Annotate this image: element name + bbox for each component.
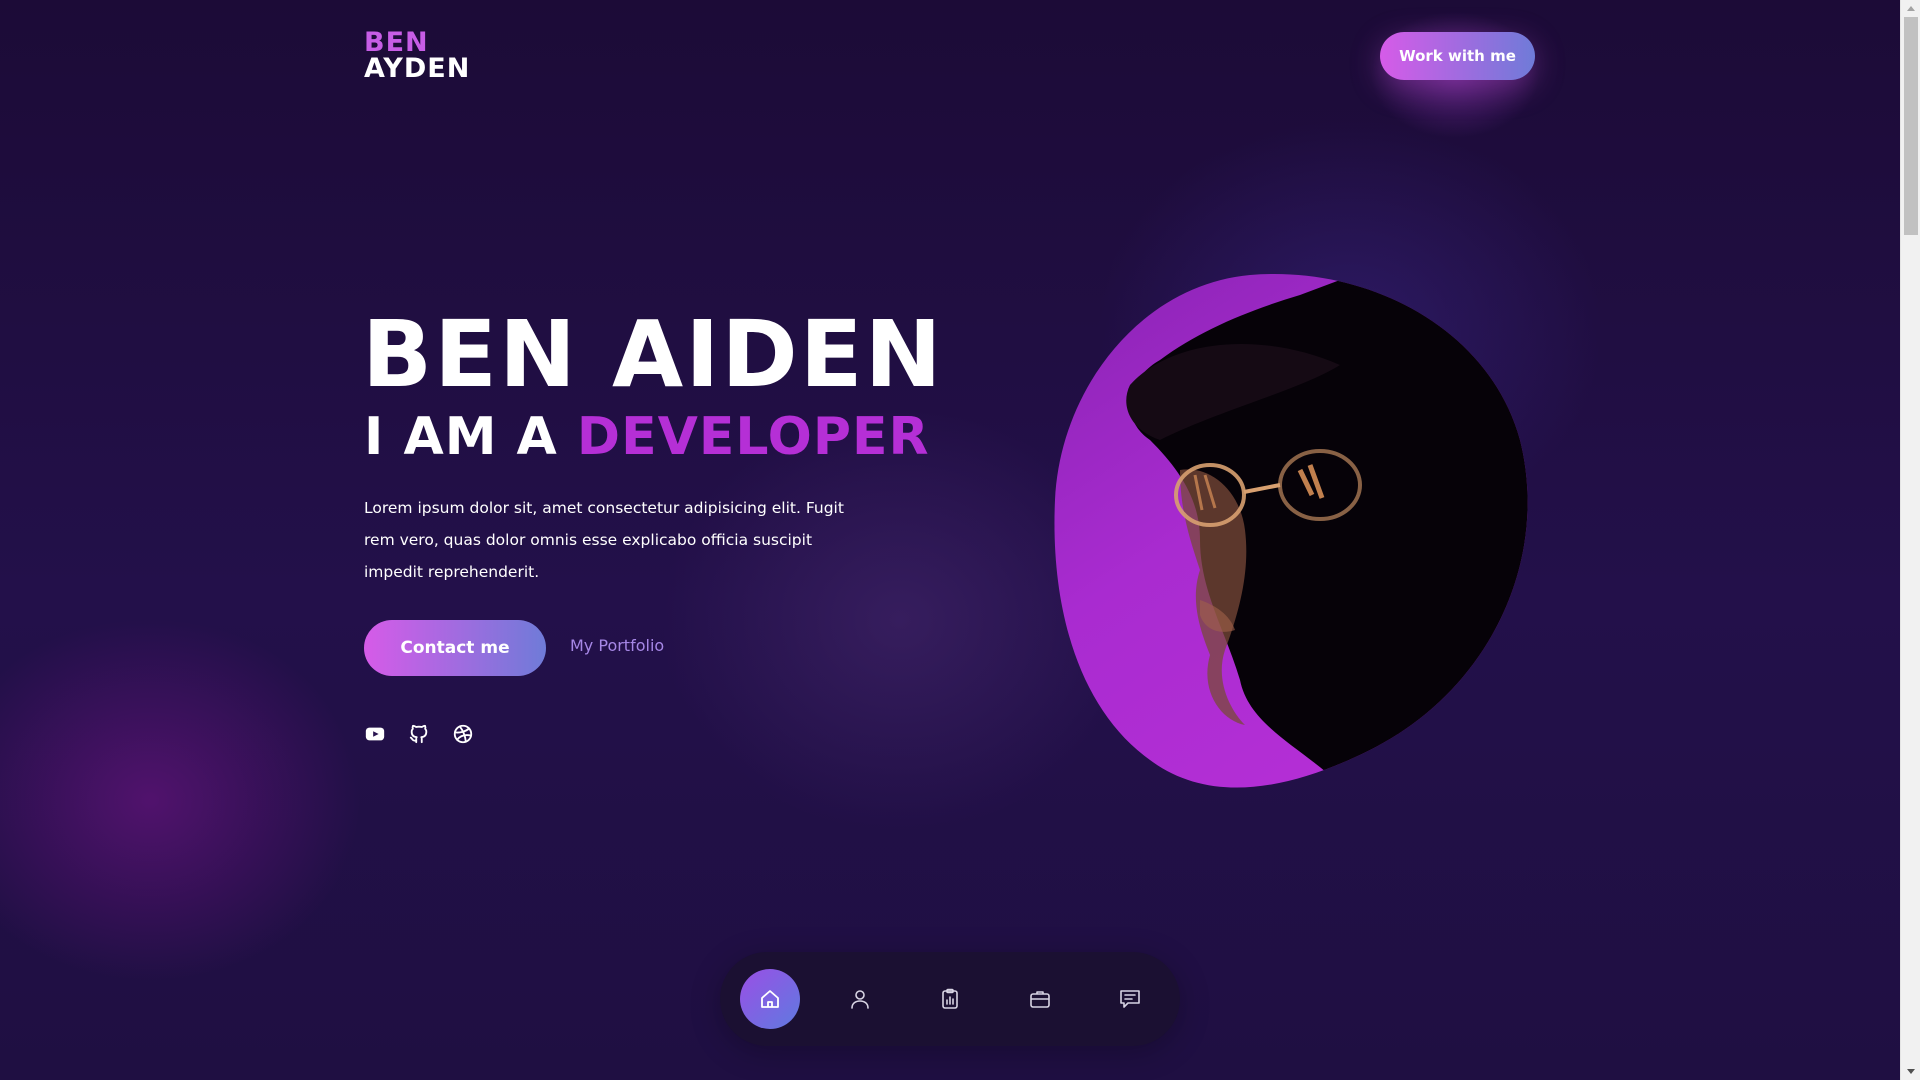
logo-last-name: AYDEN [364,53,471,84]
clipboard-chart-icon [942,988,958,1009]
dribbble-icon[interactable] [452,723,474,745]
site-logo[interactable]: BEN AYDEN [364,29,471,84]
user-icon [851,990,869,1009]
profile-portrait [1050,270,1540,795]
scroll-down-icon[interactable] [1907,1069,1915,1074]
nav-portfolio[interactable] [1010,969,1070,1029]
nav-contact[interactable] [1100,969,1160,1029]
contact-me-button[interactable]: Contact me [364,620,546,676]
work-with-me-button[interactable]: Work with me [1380,32,1535,80]
nav-home[interactable] [740,969,800,1029]
home-icon [761,990,779,1008]
page-scrollbar[interactable] [1900,0,1920,1080]
github-icon[interactable] [408,723,430,745]
scrollbar-thumb[interactable] [1904,17,1918,235]
hero-description: Lorem ipsum dolor sit, amet consectetur … [364,499,844,581]
my-portfolio-link[interactable]: My Portfolio [570,636,664,655]
scroll-up-icon[interactable] [1907,6,1915,11]
nav-about[interactable] [830,969,890,1029]
bottom-navigation [720,952,1180,1046]
page-background [0,0,1900,1080]
nav-skills[interactable] [920,969,980,1029]
hero-subtitle-prefix: I AM A [364,407,558,467]
social-links [364,723,474,745]
briefcase-icon [1030,991,1050,1008]
hero-subtitle: I AM A DEVELOPER [364,405,930,469]
youtube-icon[interactable] [364,723,386,745]
hero-name: BEN AIDEN [362,301,944,408]
hero-subtitle-role: DEVELOPER [576,407,930,467]
message-icon [1120,990,1140,1008]
